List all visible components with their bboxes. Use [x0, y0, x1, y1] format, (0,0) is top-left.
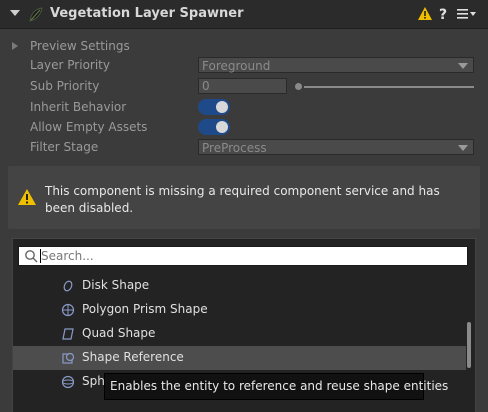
allow-empty-assets-label: Allow Empty Assets: [30, 120, 148, 134]
tooltip: Enables the entity to reference and reus…: [104, 373, 448, 400]
shape-reference-icon: [62, 352, 75, 364]
filter-stage-value: PreProcess: [202, 141, 267, 155]
vegetation-leaf-icon: [29, 7, 43, 22]
search-icon: [25, 250, 38, 263]
search-placeholder: Search...: [41, 249, 94, 263]
sub-priority-label: Sub Priority: [30, 79, 100, 93]
disk-shape-icon: [63, 280, 73, 292]
quad-shape-icon: [62, 328, 74, 340]
list-item-label: Polygon Prism Shape: [82, 302, 208, 316]
list-item[interactable]: Disk Shape: [13, 274, 466, 298]
expand-arrow-icon[interactable]: [12, 42, 18, 50]
allow-empty-assets-toggle[interactable]: [198, 119, 230, 135]
inherit-behavior-toggle[interactable]: [198, 99, 230, 115]
list-item-label: Disk Shape: [82, 278, 150, 292]
warning-icon: [18, 189, 36, 205]
list-item-label: Quad Shape: [82, 326, 156, 340]
svg-text:?: ?: [439, 7, 447, 22]
list-item[interactable]: Quad Shape: [13, 322, 466, 346]
chevron-down-icon: [458, 63, 468, 69]
collapse-chevron-icon[interactable]: [10, 9, 20, 17]
chevron-down-icon: [458, 145, 468, 151]
toggle-knob: [216, 121, 228, 133]
sphere-shape-icon: [61, 375, 75, 389]
warning-message: This component is missing a required com…: [45, 184, 440, 215]
list-item-label: Shape Reference: [82, 350, 184, 364]
filter-stage-dropdown[interactable]: PreProcess: [198, 139, 474, 155]
toggle-knob: [216, 101, 228, 113]
list-item[interactable]: Polygon Prism Shape: [13, 298, 466, 322]
list-item-selected[interactable]: Shape Reference: [13, 346, 466, 370]
component-title: Vegetation Layer Spawner: [50, 6, 244, 21]
inherit-behavior-label: Inherit Behavior: [30, 100, 127, 114]
layer-priority-label: Layer Priority: [30, 58, 110, 72]
menu-icon[interactable]: [456, 7, 478, 21]
preview-settings-label[interactable]: Preview Settings: [30, 39, 130, 53]
help-icon[interactable]: ?: [438, 6, 450, 22]
filter-stage-label: Filter Stage: [30, 140, 99, 154]
sub-priority-slider-track[interactable]: [304, 86, 474, 88]
warning-icon[interactable]: [417, 6, 433, 21]
layer-priority-value: Foreground: [202, 59, 271, 73]
scrollbar-thumb[interactable]: [467, 322, 471, 368]
sub-priority-slider-handle[interactable]: [295, 83, 302, 90]
sub-priority-input[interactable]: 0: [198, 78, 287, 94]
polygon-prism-icon: [61, 303, 75, 317]
list-item-label: Sph: [82, 374, 105, 388]
layer-priority-dropdown[interactable]: Foreground: [198, 57, 474, 73]
